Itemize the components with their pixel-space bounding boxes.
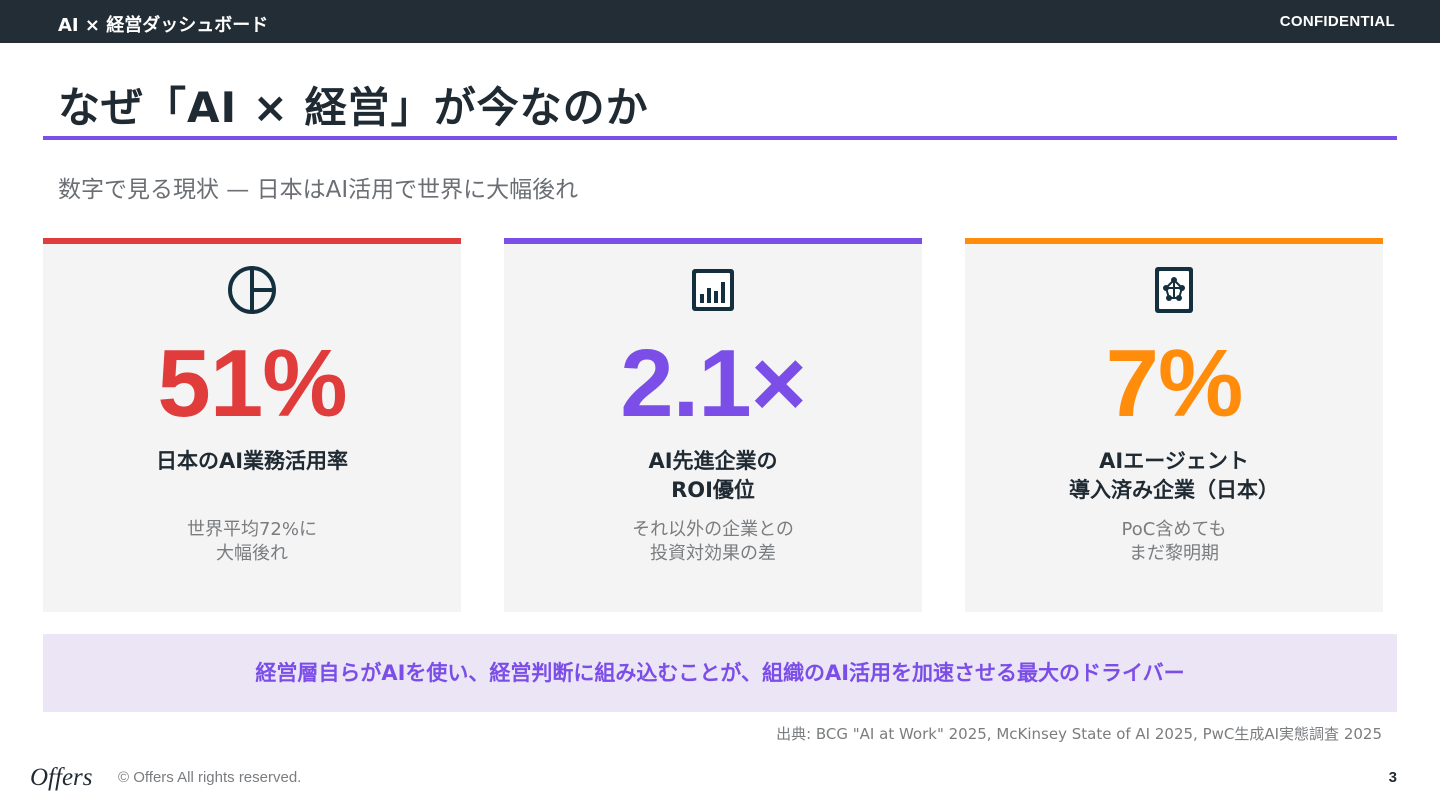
source-citation: 出典: BCG "AI at Work" 2025, McKinsey Stat… bbox=[776, 725, 1382, 743]
deck-title: AI × 経営ダッシュボード bbox=[58, 15, 269, 36]
card-accent-bar bbox=[965, 238, 1383, 244]
stat-card-roi: 2.1× AI先進企業の ROI優位 それ以外の企業との 投資対効果の差 bbox=[504, 238, 922, 612]
stat-card-adoption: 51% 日本のAI業務活用率 世界平均72%に 大幅後れ bbox=[43, 238, 461, 612]
key-message-callout: 経営層自らがAIを使い、経営判断に組み込むことが、組織のAI活用を加速させる最大… bbox=[43, 634, 1397, 712]
stat-value: 2.1× bbox=[620, 330, 807, 437]
card-accent-bar bbox=[504, 238, 922, 244]
stat-label: AIエージェント 導入済み企業（日本） bbox=[1069, 449, 1279, 502]
card-accent-bar bbox=[43, 238, 461, 244]
stat-label: 日本のAI業務活用率 bbox=[155, 449, 349, 473]
stat-value: 7% bbox=[1105, 330, 1244, 437]
stat-note: PoC含めても まだ黎明期 bbox=[1121, 519, 1227, 564]
key-message-text: 経営層自らがAIを使い、経営判断に組み込むことが、組織のAI活用を加速させる最大… bbox=[255, 661, 1185, 685]
page-number: 3 bbox=[1388, 769, 1397, 786]
stat-value: 51% bbox=[157, 330, 347, 437]
copyright-text: © Offers All rights reserved. bbox=[118, 769, 302, 786]
stat-card-agent: 7% AIエージェント 導入済み企業（日本） PoC含めても まだ黎明期 bbox=[965, 238, 1383, 612]
stat-note: それ以外の企業との 投資対効果の差 bbox=[632, 519, 794, 564]
pie-chart-icon bbox=[228, 266, 276, 314]
offers-logo: Offers bbox=[30, 764, 93, 791]
title-underline bbox=[43, 136, 1397, 140]
top-bar: AI × 経営ダッシュボード CONFIDENTIAL bbox=[0, 0, 1440, 43]
stat-label: AI先進企業の ROI優位 bbox=[648, 449, 778, 502]
confidential-label: CONFIDENTIAL bbox=[1279, 13, 1395, 30]
slide-subtitle: 数字で見る現状 — 日本はAI活用で世界に大幅後れ bbox=[58, 177, 579, 203]
offers-logo-wordmark: Offers bbox=[30, 764, 93, 791]
slide-title: なぜ「AI × 経営」が今なのか bbox=[58, 83, 649, 132]
network-document-icon bbox=[1155, 267, 1193, 313]
bar-chart-icon bbox=[692, 269, 734, 311]
stat-note: 世界平均72%に 大幅後れ bbox=[186, 519, 317, 564]
